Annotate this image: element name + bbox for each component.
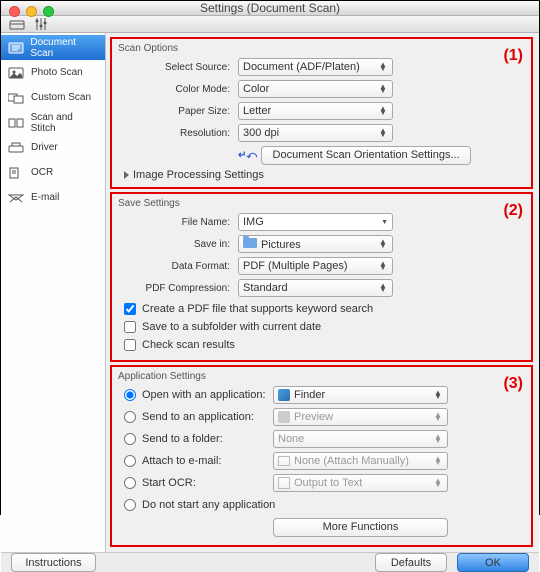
body: Document Scan Photo Scan Custom Scan Sca… (1, 33, 539, 552)
data-format-dropdown[interactable]: PDF (Multiple Pages)▲▼ (238, 257, 393, 275)
attach-email-dropdown[interactable]: None (Attach Manually)▲▼ (273, 452, 448, 470)
image-processing-disclosure[interactable]: Image Processing Settings (118, 169, 525, 181)
paper-size-label: Paper Size: (118, 106, 238, 117)
orientation-arrow-icon: ↵⤺ (238, 150, 257, 161)
titlebar: Settings (Document Scan) (1, 1, 539, 16)
photo-scan-icon (7, 66, 25, 80)
document-scan-icon (7, 41, 24, 55)
minimize-icon[interactable] (26, 6, 37, 17)
keyword-search-checkbox[interactable]: Create a PDF file that supports keyword … (118, 300, 525, 318)
sliders-tool-icon[interactable] (33, 16, 49, 32)
defaults-button[interactable]: Defaults (375, 553, 447, 572)
window-title: Settings (Document Scan) (1, 1, 539, 15)
send-app-dropdown[interactable]: Preview▲▼ (273, 408, 448, 426)
annotation-2: (2) (503, 202, 523, 220)
send-folder-radio[interactable]: Send to a folder: (118, 433, 273, 445)
start-ocr-dropdown[interactable]: Output to Text▲▼ (273, 474, 448, 492)
email-icon (7, 191, 25, 205)
section-title: Scan Options (118, 43, 525, 54)
save-in-dropdown[interactable]: Pictures▲▼ (238, 235, 393, 253)
toolbar (1, 16, 539, 33)
file-name-label: File Name: (118, 217, 238, 228)
file-name-input[interactable]: IMG▼ (238, 213, 393, 231)
sidebar: Document Scan Photo Scan Custom Scan Sca… (1, 33, 106, 552)
paper-size-dropdown[interactable]: Letter▲▼ (238, 102, 393, 120)
open-app-dropdown[interactable]: Finder▲▼ (273, 386, 448, 404)
no-app-radio[interactable]: Do not start any application (118, 499, 318, 511)
sidebar-item-photo-scan[interactable]: Photo Scan (1, 60, 105, 85)
save-settings-section: (2) Save Settings File Name: IMG▼ Save i… (110, 192, 533, 362)
send-folder-dropdown[interactable]: None▲▼ (273, 430, 448, 448)
pdf-compression-dropdown[interactable]: Standard▲▼ (238, 279, 393, 297)
start-ocr-radio[interactable]: Start OCR: (118, 477, 273, 489)
sidebar-item-label: Custom Scan (31, 92, 91, 103)
settings-window: Settings (Document Scan) Document Scan P… (1, 1, 539, 514)
ocr-icon (7, 166, 25, 180)
send-app-radio[interactable]: Send to an application: (118, 411, 273, 423)
sidebar-item-label: OCR (31, 167, 53, 178)
main-panel: (1) Scan Options Select Source: Document… (106, 33, 539, 552)
sidebar-item-custom-scan[interactable]: Custom Scan (1, 85, 105, 110)
ok-button[interactable]: OK (457, 553, 529, 572)
resolution-dropdown[interactable]: 300 dpi▲▼ (238, 124, 393, 142)
sidebar-item-label: Scan and Stitch (31, 112, 99, 134)
window-controls (9, 6, 54, 17)
sidebar-item-label: E-mail (31, 192, 59, 203)
color-mode-dropdown[interactable]: Color▲▼ (238, 80, 393, 98)
zoom-icon[interactable] (43, 6, 54, 17)
data-format-label: Data Format: (118, 261, 238, 272)
sidebar-item-document-scan[interactable]: Document Scan (1, 35, 105, 60)
color-mode-label: Color Mode: (118, 84, 238, 95)
section-title: Save Settings (118, 198, 525, 209)
application-settings-section: (3) Application Settings Open with an ap… (110, 365, 533, 547)
attach-email-radio[interactable]: Attach to e-mail: (118, 455, 273, 467)
annotation-3: (3) (503, 375, 523, 393)
section-title: Application Settings (118, 371, 525, 382)
select-source-dropdown[interactable]: Document (ADF/Platen)▲▼ (238, 58, 393, 76)
pdf-compression-label: PDF Compression: (118, 283, 238, 294)
instructions-button[interactable]: Instructions (11, 553, 96, 572)
more-functions-button[interactable]: More Functions (273, 518, 448, 537)
close-icon[interactable] (9, 6, 20, 17)
folder-icon (243, 238, 257, 248)
driver-icon (7, 141, 25, 155)
open-app-radio[interactable]: Open with an application: (118, 389, 273, 401)
custom-scan-icon (7, 91, 25, 105)
subfolder-date-checkbox[interactable]: Save to a subfolder with current date (118, 318, 525, 336)
save-in-label: Save in: (118, 239, 238, 250)
annotation-1: (1) (503, 47, 523, 65)
scanner-tool-icon[interactable] (9, 16, 25, 32)
sidebar-item-scan-stitch[interactable]: Scan and Stitch (1, 110, 105, 135)
sidebar-item-email[interactable]: E-mail (1, 185, 105, 210)
scan-stitch-icon (7, 116, 25, 130)
sidebar-item-ocr[interactable]: OCR (1, 160, 105, 185)
sidebar-item-label: Photo Scan (31, 67, 83, 78)
resolution-label: Resolution: (118, 128, 238, 139)
scan-options-section: (1) Scan Options Select Source: Document… (110, 37, 533, 189)
orientation-settings-button[interactable]: Document Scan Orientation Settings... (261, 146, 471, 165)
sidebar-item-label: Document Scan (30, 37, 99, 59)
check-results-checkbox[interactable]: Check scan results (118, 336, 525, 354)
select-source-label: Select Source: (118, 62, 238, 73)
sidebar-item-driver[interactable]: Driver (1, 135, 105, 160)
disclosure-triangle-icon (124, 171, 129, 179)
footer: Instructions Defaults OK (1, 552, 539, 572)
sidebar-item-label: Driver (31, 142, 58, 153)
